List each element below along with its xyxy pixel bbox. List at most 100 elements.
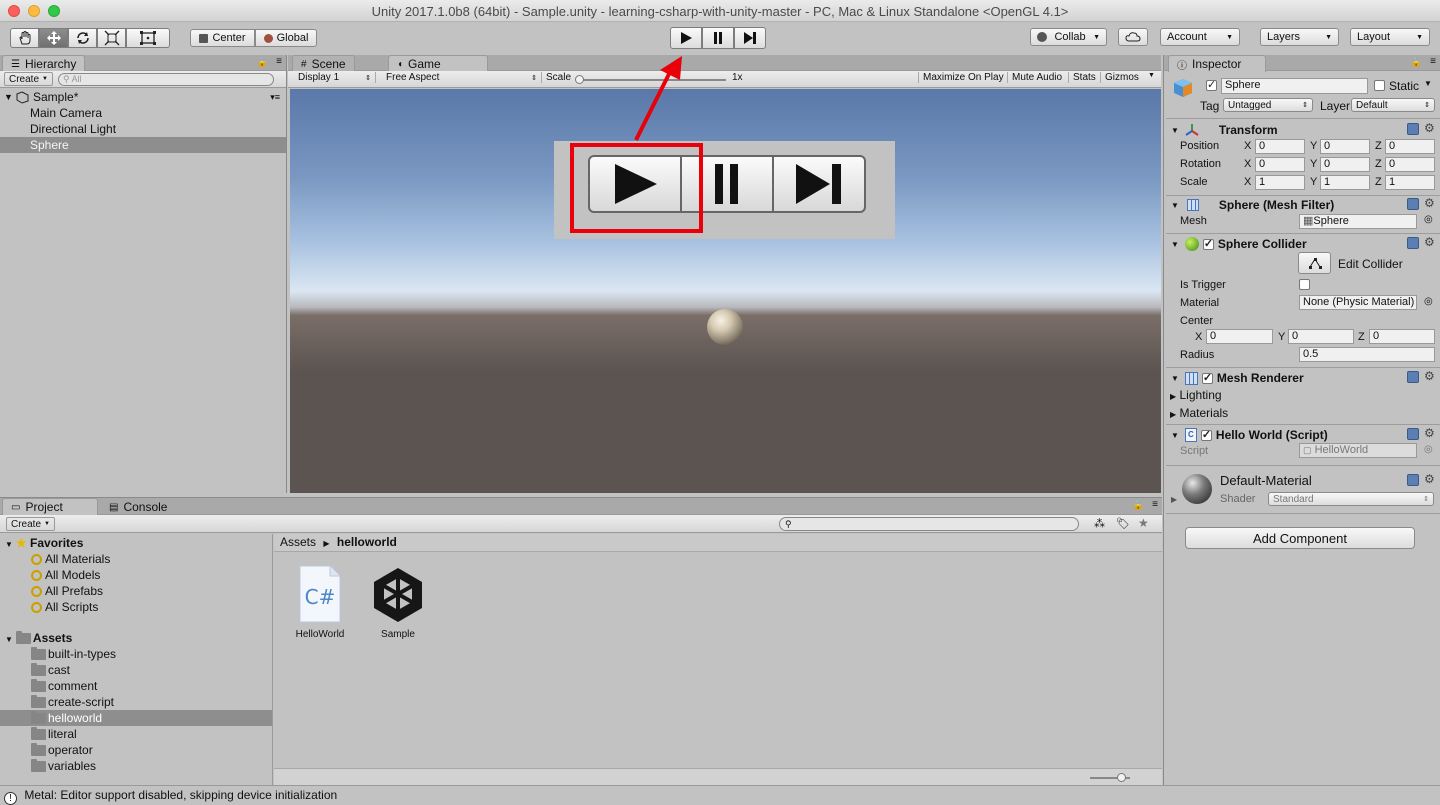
gear-icon[interactable]: ⚙ (1424, 472, 1435, 486)
transform-x-field[interactable]: 1 (1255, 175, 1305, 190)
breadcrumb-assets[interactable]: Assets (280, 535, 316, 549)
scale-slider-thumb[interactable] (575, 75, 584, 84)
help-book-icon[interactable] (1407, 123, 1419, 135)
collab-dropdown[interactable]: Collab ▼ (1030, 28, 1107, 46)
chevron-down-icon[interactable]: ▼ (1424, 79, 1432, 88)
add-component-button[interactable]: Add Component (1185, 527, 1415, 549)
materials-foldout[interactable]: ▶ Materials (1170, 406, 1228, 420)
chevron-down-icon[interactable]: ▼ (1144, 72, 1159, 79)
expand-arrow-icon[interactable]: ▶ (1171, 495, 1177, 504)
panel-menu-icon[interactable]: ≡ (1430, 56, 1436, 67)
help-book-icon[interactable] (1407, 428, 1419, 440)
status-bar[interactable]: ! Metal: Editor support disabled, skippi… (0, 785, 1440, 805)
object-picker-icon[interactable]: ◎ (1424, 214, 1433, 225)
lighting-foldout[interactable]: ▶ Lighting (1170, 388, 1222, 402)
play-button[interactable] (670, 27, 702, 49)
center-y-field[interactable]: 0 (1288, 329, 1354, 344)
gizmos-toggle[interactable]: Gizmos (1100, 72, 1143, 83)
tab-console[interactable]: ▤ Console (100, 498, 200, 515)
object-picker-icon[interactable]: ◎ (1424, 444, 1433, 455)
favorites-item[interactable]: All Prefabs (0, 583, 272, 599)
script-enabled-checkbox[interactable] (1200, 428, 1212, 441)
project-search-input[interactable]: ⚲ (779, 517, 1079, 531)
mesh-object-field[interactable]: ▦Sphere (1299, 214, 1417, 229)
gear-icon[interactable]: ⚙ (1424, 235, 1435, 249)
transform-y-field[interactable]: 1 (1320, 175, 1370, 190)
game-viewport[interactable] (290, 89, 1161, 493)
expand-arrow-icon[interactable]: ▼ (1171, 374, 1179, 383)
gear-icon[interactable]: ⚙ (1424, 196, 1435, 210)
favorites-item[interactable]: All Materials (0, 551, 272, 567)
layout-dropdown[interactable]: Layout ▼ (1350, 28, 1430, 46)
mesh-renderer-enabled-checkbox[interactable] (1201, 371, 1213, 384)
expand-arrow-icon[interactable]: ▼ (1171, 431, 1179, 440)
gameobject-name-field[interactable]: Sphere (1221, 78, 1368, 94)
collider-material-field[interactable]: None (Physic Material) (1299, 295, 1417, 310)
hierarchy-search-input[interactable]: ⚲ All (58, 73, 274, 86)
panel-menu-icon[interactable]: ≡ (276, 56, 282, 67)
favorites-header[interactable]: ▼ ★ Favorites (0, 535, 272, 551)
radius-field[interactable]: 0.5 (1299, 347, 1435, 362)
hierarchy-item-sphere[interactable]: Sphere (0, 137, 286, 153)
account-dropdown[interactable]: Account ▼ (1160, 28, 1240, 46)
assets-header[interactable]: ▼ Assets (0, 630, 272, 646)
scale-tool-button[interactable] (97, 28, 126, 48)
lock-icon[interactable]: 🔒 (257, 57, 268, 68)
expand-arrow-icon[interactable]: ▼ (1171, 126, 1179, 135)
breadcrumb-helloworld[interactable]: helloworld (337, 535, 397, 549)
asset-folder-item[interactable]: cast (0, 662, 272, 678)
filter-by-type-icon[interactable]: ⁂ (1094, 517, 1105, 530)
transform-z-field[interactable]: 0 (1385, 139, 1435, 154)
scene-root-row[interactable]: ▼ Sample* ▾≡ (0, 89, 286, 105)
sphere-collider-header[interactable]: ▼ Sphere Collider (1166, 234, 1440, 254)
cloud-button[interactable] (1118, 28, 1148, 46)
move-tool-button[interactable] (39, 28, 68, 48)
asset-sample[interactable]: Sample (360, 564, 436, 644)
help-book-icon[interactable] (1407, 474, 1419, 486)
panel-menu-icon[interactable]: ≡ (1152, 499, 1158, 510)
rotate-tool-button[interactable] (68, 28, 97, 48)
tab-project[interactable]: ▭ Project (2, 498, 98, 515)
pivot-center-toggle[interactable]: Center (190, 29, 255, 47)
icon-size-slider-thumb[interactable] (1117, 773, 1126, 782)
gameobject-active-checkbox[interactable] (1206, 78, 1217, 91)
step-button[interactable] (734, 27, 766, 49)
transform-x-field[interactable]: 0 (1255, 157, 1305, 172)
project-create-dropdown[interactable]: Create ▼ (6, 517, 55, 531)
expand-arrow-icon[interactable]: ▼ (1171, 240, 1179, 249)
tab-hierarchy[interactable]: ☰ Hierarchy (2, 55, 86, 72)
asset-folder-item[interactable]: comment (0, 678, 272, 694)
script-header[interactable]: ▼ C Hello World (Script) (1166, 425, 1440, 445)
help-book-icon[interactable] (1407, 371, 1419, 383)
asset-folder-item[interactable]: literal (0, 726, 272, 742)
center-z-field[interactable]: 0 (1369, 329, 1435, 344)
favorites-item[interactable]: All Models (0, 567, 272, 583)
hierarchy-item-main-camera[interactable]: Main Camera (0, 105, 286, 121)
favorites-item[interactable]: All Scripts (0, 599, 272, 615)
gear-icon[interactable]: ⚙ (1424, 369, 1435, 383)
transform-x-field[interactable]: 0 (1255, 139, 1305, 154)
asset-helloworld[interactable]: C# HelloWorld (282, 564, 358, 644)
expand-arrow-icon[interactable]: ▼ (4, 89, 13, 105)
tab-inspector[interactable]: ⓘ Inspector (1168, 55, 1266, 72)
global-local-toggle[interactable]: Global (255, 29, 317, 47)
is-trigger-checkbox[interactable] (1299, 279, 1310, 290)
asset-folder-item[interactable]: built-in-types (0, 646, 272, 662)
asset-folder-item[interactable]: create-script (0, 694, 272, 710)
script-object-field[interactable]: ▢ HelloWorld (1299, 443, 1417, 458)
expand-arrow-icon[interactable]: ▼ (1171, 201, 1179, 210)
hierarchy-item-directional-light[interactable]: Directional Light (0, 121, 286, 137)
shader-dropdown[interactable]: Standard ⇕ (1268, 492, 1434, 506)
center-x-field[interactable]: 0 (1206, 329, 1273, 344)
transform-y-field[interactable]: 0 (1320, 157, 1370, 172)
rect-tool-button[interactable] (126, 28, 170, 48)
gear-icon[interactable]: ⚙ (1424, 426, 1435, 440)
lock-icon[interactable]: 🔒 (1133, 500, 1144, 511)
layer-dropdown[interactable]: Default ⇕ (1351, 98, 1435, 112)
asset-folder-item[interactable]: operator (0, 742, 272, 758)
hand-tool-button[interactable] (10, 28, 39, 48)
object-picker-icon[interactable]: ◎ (1424, 296, 1433, 307)
stats-toggle[interactable]: Stats (1068, 72, 1100, 83)
gear-icon[interactable]: ⚙ (1424, 121, 1435, 135)
sphere-collider-enabled-checkbox[interactable] (1202, 237, 1214, 250)
